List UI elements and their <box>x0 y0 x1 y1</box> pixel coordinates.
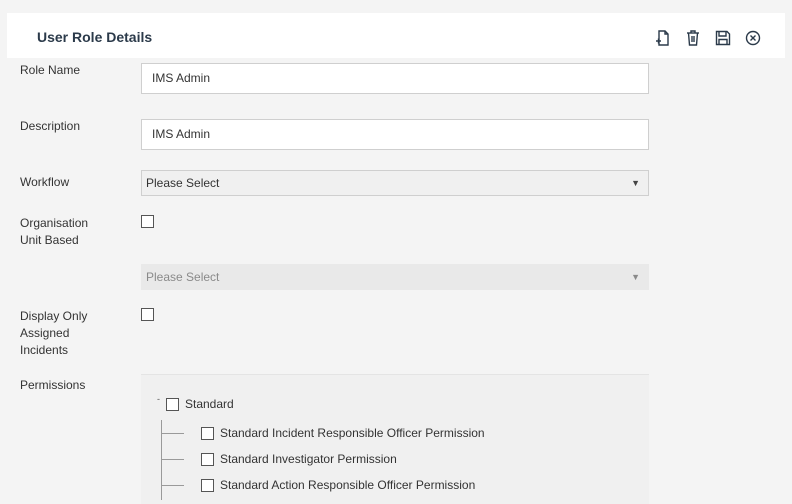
org-unit-label-line2: Unit Based <box>20 233 79 247</box>
standard-checkbox[interactable] <box>166 397 179 411</box>
workflow-label: Workflow <box>20 175 70 189</box>
org-unit-select[interactable]: Please Select ▼ <box>141 264 649 290</box>
close-icon <box>745 30 761 46</box>
collapse-toggle-icon[interactable]: - <box>157 394 160 404</box>
tree-item-investigator: Standard Investigator Permission <box>201 452 397 466</box>
tree-branch-line <box>162 485 184 486</box>
display-only-label-line1: Display Only <box>20 309 88 323</box>
role-name-input[interactable]: IMS Admin <box>141 63 649 94</box>
close-button[interactable] <box>743 28 763 48</box>
chevron-down-icon: ▼ <box>631 272 640 282</box>
org-unit-checkbox[interactable] <box>141 215 154 228</box>
permission-checkbox[interactable] <box>201 452 214 466</box>
permissions-tree: - Standard Standard Incident Responsible… <box>141 374 649 504</box>
permissions-label: Permissions <box>20 378 86 392</box>
tree-branch-line <box>162 459 184 460</box>
page-title: User Role Details <box>37 29 153 45</box>
tree-item-label: Standard Action Responsible Officer Perm… <box>220 478 476 492</box>
display-only-label-line3: Incidents <box>20 343 69 357</box>
org-unit-label: Organisation Unit Based <box>20 215 88 249</box>
workflow-select[interactable]: Please Select ▼ <box>141 170 649 196</box>
tree-item-incident-responsible-officer: Standard Incident Responsible Officer Pe… <box>201 426 485 440</box>
display-only-label: Display Only Assigned Incidents <box>20 308 87 359</box>
permission-checkbox[interactable] <box>201 478 214 492</box>
delete-button[interactable] <box>683 28 703 48</box>
tree-branch-line <box>162 433 184 434</box>
tree-item-action-responsible-officer: Standard Action Responsible Officer Perm… <box>201 478 475 492</box>
save-button[interactable] <box>713 28 733 48</box>
trash-icon <box>687 30 699 46</box>
tree-connector-line <box>161 420 162 500</box>
role-name-label: Role Name <box>20 63 81 77</box>
org-unit-label-line1: Organisation <box>20 216 89 230</box>
description-label: Description <box>20 119 81 133</box>
toolbar <box>653 28 763 48</box>
display-only-label-line2: Assigned <box>20 326 70 340</box>
chevron-down-icon: ▼ <box>631 178 640 188</box>
permission-checkbox[interactable] <box>201 426 214 440</box>
description-input[interactable]: IMS Admin <box>141 119 649 150</box>
workflow-select-value: Please Select <box>146 176 220 190</box>
page-header: User Role Details <box>7 13 785 58</box>
tree-item-label: Standard Investigator Permission <box>220 452 397 466</box>
new-document-icon <box>656 30 669 46</box>
tree-node-standard: - Standard <box>157 394 234 411</box>
org-unit-select-value: Please Select <box>146 270 220 284</box>
new-document-button[interactable] <box>653 28 673 48</box>
tree-node-label: Standard <box>185 397 234 411</box>
tree-item-label: Standard Incident Responsible Officer Pe… <box>220 426 485 440</box>
save-icon <box>715 30 731 46</box>
display-only-checkbox[interactable] <box>141 308 154 321</box>
